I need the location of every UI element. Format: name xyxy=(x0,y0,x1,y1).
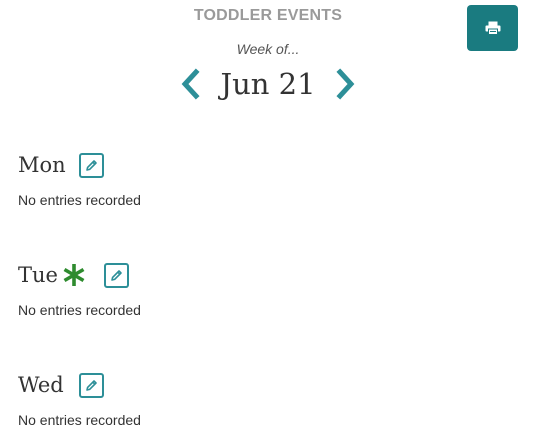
day-header: Wed xyxy=(18,370,518,400)
chevron-right-icon[interactable] xyxy=(334,68,358,100)
page-title: TODDLER EVENTS xyxy=(193,7,343,24)
print-button[interactable] xyxy=(467,5,518,51)
pencil-icon xyxy=(86,160,97,171)
entries-status: No entries recorded xyxy=(18,302,141,318)
week-of-label: Week of... xyxy=(236,41,300,57)
day-section-tue: Tue No entries recorded xyxy=(18,260,518,318)
chevron-left-icon[interactable] xyxy=(178,68,202,100)
week-navigation: Jun 21 xyxy=(176,64,360,104)
day-name: Mon xyxy=(18,153,66,177)
edit-button[interactable] xyxy=(104,263,129,288)
pencil-icon xyxy=(86,380,97,391)
print-icon xyxy=(485,21,500,35)
day-header: Mon xyxy=(18,150,518,180)
asterisk-icon xyxy=(63,264,85,286)
edit-button[interactable] xyxy=(79,373,104,398)
entries-status: No entries recorded xyxy=(18,412,141,428)
day-section-wed: Wed No entries recorded xyxy=(18,370,518,428)
day-section-mon: Mon No entries recorded xyxy=(18,150,518,208)
edit-button[interactable] xyxy=(79,153,104,178)
day-header: Tue xyxy=(18,260,518,290)
day-name: Wed xyxy=(18,373,64,397)
pencil-icon xyxy=(111,270,122,281)
day-name: Tue xyxy=(18,263,58,287)
entries-status: No entries recorded xyxy=(18,192,141,208)
week-label: Jun 21 xyxy=(220,67,316,101)
